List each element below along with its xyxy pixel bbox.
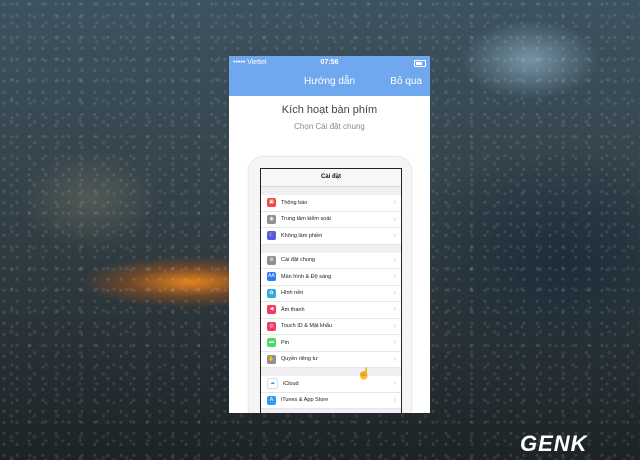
settings-row-notifications[interactable]: ▣ Thông báo ›: [261, 195, 401, 212]
chevron-right-icon: ›: [393, 339, 396, 347]
settings-row-privacy-hand[interactable]: ✋ Quyền riêng tư ›: [261, 351, 401, 368]
chevron-right-icon: ›: [393, 306, 396, 314]
gear-icon: ⚙: [267, 255, 276, 265]
chevron-right-icon: ›: [393, 256, 396, 264]
chevron-right-icon: ›: [393, 322, 396, 330]
wallpaper-icon: ✿: [267, 288, 276, 298]
instruction-text: Chọn Cài đặt chung: [294, 122, 365, 131]
pointing-hand-icon: ☝: [357, 368, 371, 380]
settings-row-label: iCloud: [283, 380, 299, 387]
settings-group-3: ☁ iCloud › AiTunes & App Store ›: [261, 376, 401, 409]
settings-row-label: Màn hình & Độ sáng: [281, 273, 332, 280]
chevron-right-icon: ›: [393, 199, 396, 207]
display-icon: AA: [267, 272, 276, 282]
settings-row-app-store[interactable]: AiTunes & App Store ›: [261, 392, 401, 409]
settings-group-1: ▣ Thông báo › ◉ Trung tâm kiểm soát › ☾ Không l…: [261, 195, 401, 245]
settings-group-2: ⚙ Cài đặt chung › AA Màn hình & Độ sáng › ✿ Hìn…: [261, 252, 401, 368]
settings-row-label: Không làm phiền: [281, 232, 323, 239]
settings-row-sound[interactable]: ◀ Âm thanh ›: [261, 302, 401, 319]
app-store-icon: A: [267, 395, 276, 405]
nav-bar: Hướng dẫn Bỏ qua: [229, 70, 430, 96]
battery-icon: ▬: [267, 338, 276, 348]
clock: 07:56: [320, 59, 339, 66]
icloud-icon: ☁: [267, 378, 278, 390]
chevron-right-icon: ›: [393, 380, 396, 388]
control-center-icon: ◉: [267, 214, 276, 224]
group-spacer: [261, 244, 401, 253]
skip-button[interactable]: Bỏ qua: [390, 76, 422, 87]
settings-row-wallpaper[interactable]: ✿ Hình nền ›: [261, 285, 401, 302]
settings-row-label: Trung tâm kiểm soát: [281, 216, 331, 223]
privacy-hand-icon: ✋: [267, 354, 276, 364]
genk-logo: GENK: [520, 431, 588, 456]
chevron-right-icon: ›: [393, 215, 396, 223]
settings-row-label: iTunes & App Store: [281, 397, 329, 404]
moon-icon: ☾: [267, 231, 276, 241]
group-spacer: [261, 368, 401, 376]
chevron-right-icon: ›: [393, 289, 396, 297]
chevron-right-icon: ›: [393, 355, 396, 363]
settings-row-touch-id[interactable]: ◎ Touch ID & Mật khẩu ›: [261, 318, 401, 335]
settings-row-gear[interactable]: ⚙ Cài đặt chung ›: [261, 252, 401, 269]
settings-title: Cài đặt: [261, 169, 401, 187]
settings-screen: Cài đặt ▣ Thông báo › ◉ Trung tâm kiểm soát ›…: [260, 168, 402, 413]
settings-row-label: Hình nền: [281, 290, 304, 297]
chevron-right-icon: ›: [393, 232, 396, 240]
settings-row-icloud[interactable]: ☁ iCloud ›: [261, 376, 401, 393]
settings-row-battery[interactable]: ▬ Pin ›: [261, 335, 401, 352]
settings-row-label: Thông báo: [281, 199, 308, 206]
page-title: Kích hoạt bàn phím: [281, 104, 378, 116]
notifications-icon: ▣: [267, 198, 276, 208]
settings-row-label: Âm thanh: [281, 306, 305, 313]
group-spacer: [261, 187, 401, 195]
touch-id-icon: ◎: [267, 321, 276, 331]
battery-icon: [414, 60, 426, 67]
settings-row-label: Quyền riêng tư: [281, 356, 318, 363]
sound-icon: ◀: [267, 305, 276, 315]
settings-row-moon[interactable]: ☾ Không làm phiền ›: [261, 228, 401, 245]
phone-frame: ••••• Viettel 07:56 Hướng dẫn Bỏ qua Kíc…: [229, 56, 430, 413]
status-bar: ••••• Viettel 07:56: [229, 56, 430, 70]
settings-row-display[interactable]: AA Màn hình & Độ sáng ›: [261, 269, 401, 286]
settings-row-label: Cài đặt chung: [281, 257, 315, 264]
settings-row-label: Touch ID & Mật khẩu: [281, 323, 333, 330]
settings-row-control-center[interactable]: ◉ Trung tâm kiểm soát ›: [261, 211, 401, 228]
settings-row-label: Pin: [281, 339, 289, 346]
chevron-right-icon: ›: [393, 273, 396, 281]
chevron-right-icon: ›: [393, 396, 396, 404]
